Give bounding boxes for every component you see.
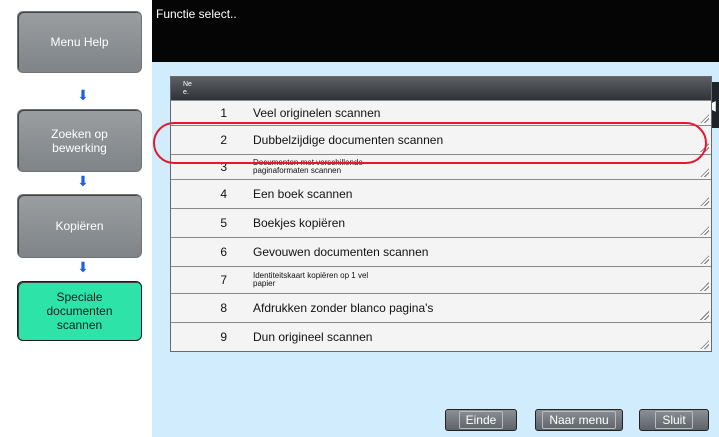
- corner-icon: [700, 226, 709, 235]
- corner-icon: [700, 197, 709, 206]
- row-number: 1: [220, 106, 227, 120]
- list-item[interactable]: 6 Gevouwen documenten scannen: [171, 237, 711, 266]
- list-header: Ne e.: [171, 77, 711, 100]
- list-item[interactable]: 2 Dubbelzijdige documenten scannen: [171, 125, 711, 154]
- arrow-down-icon: ⬇: [77, 173, 89, 189]
- naar-menu-label: Naar menu: [542, 411, 616, 429]
- list-item[interactable]: 4 Een boek scannen: [171, 179, 711, 208]
- list-item[interactable]: 8 Afdrukken zonder blanco pagina's: [171, 293, 711, 322]
- kopieren-button[interactable]: Kopiëren: [17, 194, 142, 258]
- row-number: 4: [220, 187, 227, 201]
- menu-help-button[interactable]: Menu Help: [17, 11, 142, 73]
- menu-help-label: Menu Help: [50, 35, 109, 49]
- list-item[interactable]: 1 Veel originelen scannen: [171, 100, 711, 125]
- einde-button[interactable]: Einde: [445, 409, 517, 431]
- corner-icon: [700, 340, 709, 349]
- speciale-label: Speciale documenten scannen: [46, 290, 113, 332]
- list-item[interactable]: 5 Boekjes kopiëren: [171, 208, 711, 237]
- sluit-label: Sluit: [655, 411, 693, 429]
- list-item[interactable]: 9 Dun origineel scannen: [171, 322, 711, 351]
- row-number: 5: [220, 216, 227, 230]
- function-list: Ne e. 1 Veel originelen scannen 2 Dubbel…: [170, 76, 712, 352]
- kopieren-label: Kopiëren: [55, 219, 104, 233]
- corner-icon: [700, 168, 709, 177]
- row-label: Dun origineel scannen: [253, 330, 373, 344]
- corner-icon: [700, 255, 709, 264]
- top-header: Functie select..: [152, 0, 719, 62]
- left-navigation: Menu Help ⬇ Zoeken op bewerking ⬇ Kopiër…: [0, 0, 152, 437]
- row-number: 3: [220, 160, 227, 174]
- row-label: Veel originelen scannen: [253, 106, 381, 120]
- row-label: Een boek scannen: [253, 187, 353, 201]
- list-item[interactable]: 3 Documenten met verschillende paginafor…: [171, 154, 711, 179]
- row-number: 6: [220, 245, 227, 259]
- zoeken-op-bewerking-button[interactable]: Zoeken op bewerking: [17, 109, 142, 172]
- row-number: 2: [220, 133, 227, 147]
- row-label: Identiteitskaart kopiëren op 1 vel papie…: [253, 271, 369, 288]
- einde-label: Einde: [458, 411, 504, 429]
- row-label: Afdrukken zonder blanco pagina's: [253, 301, 434, 315]
- row-number: 7: [220, 273, 227, 287]
- naar-menu-button[interactable]: Naar menu: [535, 409, 623, 431]
- zoeken-label: Zoeken op bewerking: [51, 126, 108, 155]
- corner-icon: [700, 114, 709, 123]
- arrow-down-icon: ⬇: [77, 259, 89, 275]
- sluit-button[interactable]: Sluit: [639, 409, 709, 431]
- list-header-label: Ne e.: [183, 81, 192, 96]
- main-panel: ◀◀ Ne e. 1 Veel originelen scannen 2 Dub…: [152, 62, 719, 437]
- row-number: 8: [220, 301, 227, 315]
- corner-icon: [700, 311, 709, 320]
- corner-icon: [700, 282, 709, 291]
- row-label: Boekjes kopiëren: [253, 216, 346, 230]
- page-title: Functie select..: [156, 7, 237, 21]
- row-label: Gevouwen documenten scannen: [253, 245, 429, 259]
- list-item[interactable]: 7 Identiteitskaart kopiëren op 1 vel pap…: [171, 266, 711, 293]
- row-number: 9: [220, 330, 227, 344]
- speciale-documenten-scannen-button[interactable]: Speciale documenten scannen: [17, 281, 142, 341]
- arrow-down-icon: ⬇: [77, 87, 89, 103]
- corner-icon: [700, 143, 709, 152]
- row-label: Documenten met verschillende paginaforma…: [253, 158, 363, 175]
- row-label: Dubbelzijdige documenten scannen: [253, 133, 444, 147]
